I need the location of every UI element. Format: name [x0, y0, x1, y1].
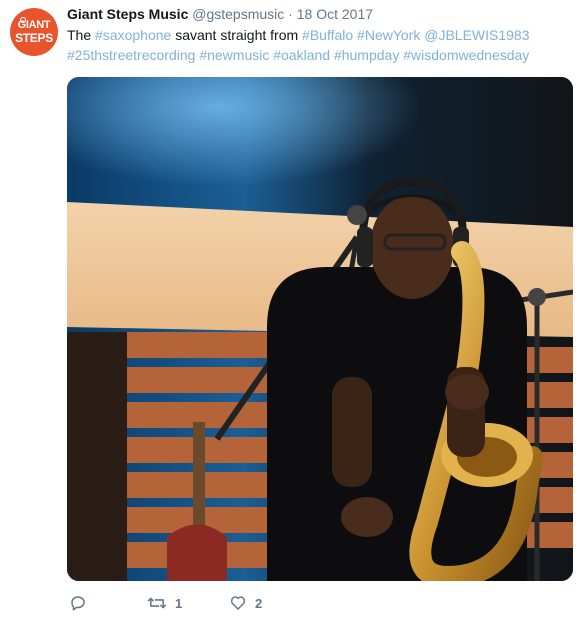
- tweet-text: The #saxophone savant straight from #Buf…: [67, 25, 567, 65]
- tweet-text-segment: savant straight from: [171, 27, 303, 43]
- hashtag-link[interactable]: #oakland: [273, 47, 330, 63]
- hashtag-link[interactable]: #Buffalo: [302, 27, 353, 43]
- hashtag-link[interactable]: #saxophone: [95, 27, 171, 43]
- tweet-card: GIANT STEPS Giant Steps Music @gstepsmus…: [0, 0, 580, 618]
- like-count: 2: [255, 595, 263, 611]
- saxophonist-photo: [67, 77, 573, 581]
- hashtag-link[interactable]: #wisdomwednesday: [403, 47, 529, 63]
- hashtag-link[interactable]: #humpday: [334, 47, 399, 63]
- hashtag-link[interactable]: #newmusic: [199, 47, 269, 63]
- like-button[interactable]: 2: [229, 594, 262, 612]
- separator-dot: ·: [288, 6, 293, 22]
- tweet-header: Giant Steps Music @gstepsmusic · 18 Oct …: [67, 5, 373, 23]
- logo-mark-icon: [20, 17, 26, 23]
- author-name[interactable]: Giant Steps Music: [67, 6, 188, 22]
- heart-icon: [229, 594, 247, 612]
- mention-link[interactable]: @JBLEWIS1983: [424, 27, 529, 43]
- retweet-button[interactable]: 1: [147, 594, 182, 612]
- hashtag-link[interactable]: #NewYork: [357, 27, 420, 43]
- reply-button[interactable]: [69, 594, 95, 612]
- tweet-photo[interactable]: [67, 77, 573, 581]
- retweet-count: 1: [175, 595, 183, 611]
- author-handle[interactable]: @gstepsmusic: [192, 6, 284, 22]
- tweet-text-segment: The: [67, 27, 96, 43]
- avatar[interactable]: GIANT STEPS: [10, 8, 58, 56]
- reply-icon: [69, 594, 87, 612]
- avatar-text-line2: STEPS: [15, 31, 53, 45]
- tweet-date[interactable]: 18 Oct 2017: [297, 6, 373, 22]
- retweet-icon: [147, 594, 167, 612]
- hashtag-link[interactable]: #25thstreetrecording: [67, 47, 195, 63]
